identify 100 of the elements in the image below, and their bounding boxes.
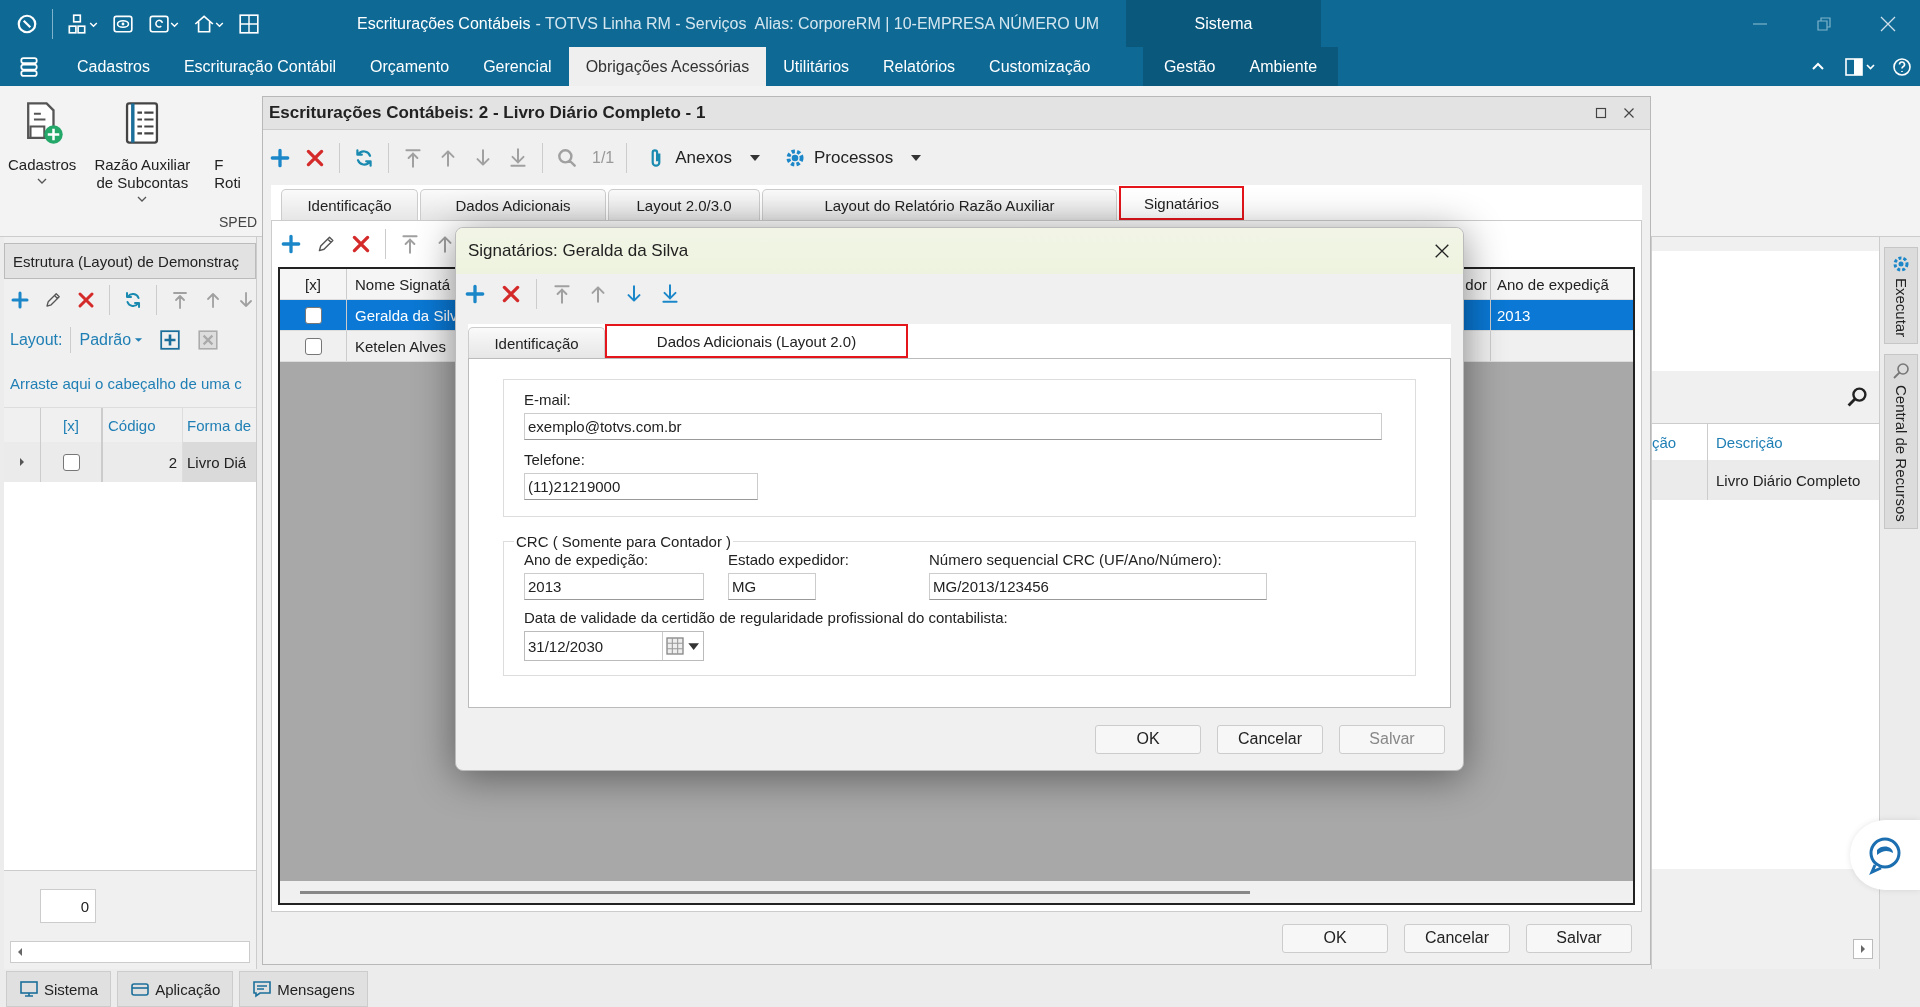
menu-tab[interactable]: Ambiente: [1232, 47, 1335, 86]
refresh-icon[interactable]: [353, 146, 375, 169]
dialog-button[interactable]: Cancelar: [1217, 724, 1323, 754]
side-tab[interactable]: Executar: [1884, 247, 1918, 345]
field-label: Data de validade da certidão de regularidade profissional do contabilista:: [524, 608, 1008, 627]
search-icon[interactable]: [1845, 385, 1869, 409]
menu-tab[interactable]: Orçamento: [353, 47, 467, 86]
layout-icon[interactable]: [1844, 56, 1876, 77]
column-header[interactable]: Ano de expediçã: [1491, 269, 1633, 299]
attachments-button[interactable]: Anexos: [639, 146, 766, 169]
add-icon[interactable]: [280, 233, 302, 255]
window-title: Escriturações Contábeis: 2 - Livro Diário Completo - 1: [263, 97, 1650, 130]
add-icon[interactable]: [269, 146, 291, 169]
ribbon-button[interactable]: Razão Auxiliar de Subcontas: [86, 86, 199, 202]
close-icon[interactable]: [1433, 242, 1451, 260]
move-last-icon[interactable]: [507, 146, 529, 169]
ribbon-group-label: SPED: [219, 214, 258, 230]
status-tab[interactable]: Aplicação: [117, 971, 234, 1007]
tab[interactable]: Dados Adicionais (Layout 2.0): [605, 324, 908, 358]
menu-tab[interactable]: Obrigações Acessórias: [568, 47, 767, 86]
checkbox[interactable]: [304, 306, 322, 324]
tab[interactable]: Layout do Relatório Razão Auxiliar: [762, 189, 1117, 220]
monitor-icon: [19, 979, 39, 999]
window-title: Escriturações Contábeis: [357, 14, 531, 32]
menu-tab[interactable]: Utilitários: [766, 47, 867, 86]
caret-icon: [134, 337, 144, 343]
scroll-right-icon[interactable]: [1853, 939, 1873, 959]
table-cell-text: Ketelen Alves: [354, 336, 447, 357]
column-header[interactable]: Descrição: [1708, 433, 1879, 451]
tab[interactable]: Signatários: [1119, 186, 1244, 220]
message-icon: [252, 979, 273, 999]
grid-icon[interactable]: [238, 12, 260, 35]
dialog-title: Signatários: Geralda da Silva: [468, 241, 689, 261]
field-label: E-mail:: [524, 390, 572, 409]
date-field[interactable]: 31/12/2030: [524, 631, 704, 661]
table-cell-text: Livro Diário Completo: [1715, 471, 1862, 489]
move-first-icon[interactable]: [402, 146, 424, 169]
email-field[interactable]: exemplo@totvs.com.br: [524, 413, 1382, 440]
menu-icon[interactable]: [18, 55, 40, 78]
move-first-icon[interactable]: [399, 233, 421, 255]
caret-icon: [911, 154, 922, 161]
menu-tab[interactable]: Gerencial: [466, 47, 569, 86]
menu-tab[interactable]: Cadastros: [60, 47, 167, 86]
horizontal-scrollbar[interactable]: [10, 941, 250, 963]
dialog-button[interactable]: Cancelar: [1404, 923, 1510, 953]
checkbox[interactable]: [304, 337, 322, 355]
column-header[interactable]: Forma de: [183, 408, 256, 442]
tab[interactable]: Identificação: [281, 189, 418, 220]
menu-tab[interactable]: Customização: [972, 47, 1108, 86]
group-title: CRC ( Somente para Contador ): [515, 533, 733, 550]
crc-number-field[interactable]: MG/2013/123456: [929, 573, 1267, 600]
year-field[interactable]: 2013: [524, 573, 704, 600]
table-cell: Livro Diá: [183, 442, 256, 482]
table-cell: 2013: [1497, 306, 1531, 324]
eye-icon[interactable]: [112, 12, 134, 35]
menu-tab[interactable]: Escrituração Contábil: [166, 47, 353, 86]
field-label: Número sequencial CRC (UF/Ano/Número):: [929, 550, 1223, 569]
window-refresh-icon[interactable]: [148, 12, 179, 35]
count-field: 0: [40, 889, 96, 923]
field-label: Telefone:: [524, 450, 586, 469]
processes-button[interactable]: Processos: [777, 146, 928, 169]
dialog-button[interactable]: OK: [1282, 923, 1388, 953]
layout-label: Layout:: [10, 331, 63, 349]
tab[interactable]: Layout 2.0/3.0: [608, 189, 760, 220]
add-icon[interactable]: [10, 289, 31, 311]
move-first-icon[interactable]: [551, 283, 573, 305]
help-icon[interactable]: [1892, 56, 1912, 77]
scrollbar-thumb[interactable]: [300, 890, 1250, 894]
status-tab[interactable]: Sistema: [6, 971, 112, 1007]
expand-icon[interactable]: [18, 457, 26, 467]
dialog-button[interactable]: OK: [1095, 724, 1201, 754]
delete-icon[interactable]: [500, 283, 522, 305]
gear-icon: [1891, 254, 1911, 274]
caret-icon: [137, 196, 148, 202]
state-field[interactable]: MG: [728, 573, 816, 600]
tab[interactable]: Identificação: [468, 327, 605, 358]
caret-icon: [37, 178, 48, 184]
dialog-button[interactable]: Salvar: [1526, 923, 1632, 953]
menu-tab[interactable]: Relatórios: [866, 47, 973, 86]
add-layout-icon[interactable]: [159, 329, 182, 351]
side-tab[interactable]: Central de Recursos: [1884, 354, 1918, 529]
delete-icon[interactable]: [350, 233, 372, 255]
menu-tab[interactable]: Gestão: [1146, 47, 1233, 86]
context-tab-header: Sistema: [1126, 0, 1321, 47]
field-label: Ano de expedição:: [524, 550, 650, 569]
move-last-icon[interactable]: [659, 283, 681, 305]
record-counter: 1/1: [592, 148, 615, 167]
column-header[interactable]: [x]: [280, 269, 347, 299]
add-icon[interactable]: [464, 283, 486, 305]
hierarchy-icon[interactable]: [67, 12, 98, 35]
layout-dropdown[interactable]: Padrão: [79, 331, 144, 349]
status-tab[interactable]: Mensagens: [239, 971, 368, 1007]
tab[interactable]: Dados Adicionais: [420, 189, 606, 220]
panel-tab[interactable]: Estrutura (Layout) de Demonstraç: [4, 243, 256, 279]
phone-field[interactable]: (11)21219000: [524, 473, 758, 500]
ribbon-button[interactable]: F Roti: [206, 86, 249, 192]
ribbon-button[interactable]: Cadastros: [0, 86, 85, 184]
checkbox[interactable]: [62, 453, 80, 471]
power-icon[interactable]: [16, 12, 38, 35]
caret-icon: [749, 154, 760, 161]
